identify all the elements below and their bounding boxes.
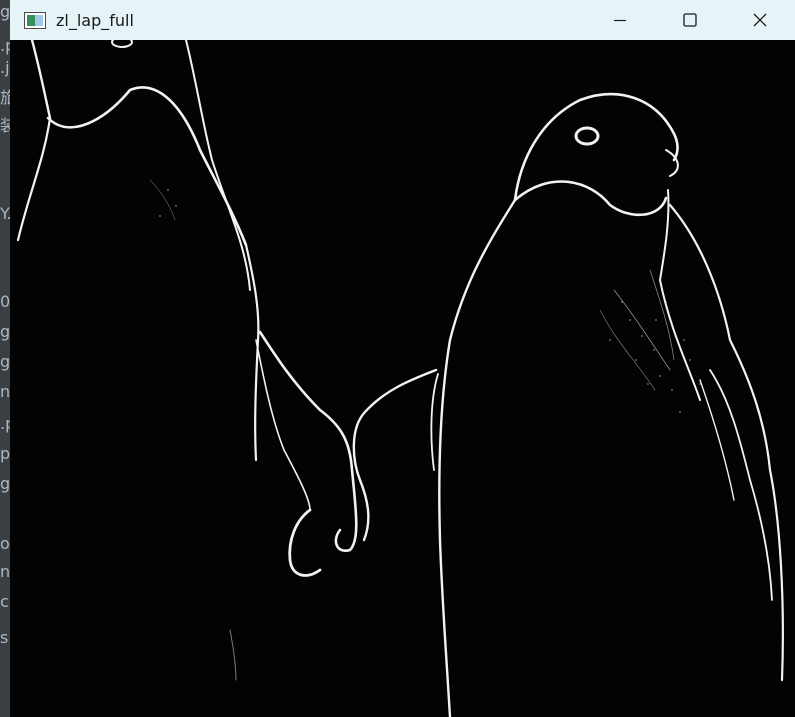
- minimize-button[interactable]: [585, 0, 655, 40]
- minimize-icon: [614, 19, 626, 22]
- window-title: zl_lap_full: [56, 10, 134, 30]
- image-window: zl_lap_full: [10, 0, 795, 717]
- bg-glyph: c: [0, 592, 9, 611]
- bg-glyph: g: [0, 322, 11, 341]
- app-window-icon: [24, 11, 46, 29]
- close-button[interactable]: [725, 0, 795, 40]
- close-icon: [753, 13, 767, 27]
- bg-glyph: g: [0, 352, 11, 371]
- bg-glyph: .j: [0, 58, 10, 77]
- edge-image-canvas: [10, 40, 795, 717]
- edge-detected-penguins-image: [10, 40, 795, 717]
- bg-glyph: g: [0, 474, 11, 493]
- bg-glyph: p: [0, 444, 11, 463]
- window-controls: [585, 0, 795, 40]
- bg-glyph: g: [0, 2, 11, 21]
- maximize-button[interactable]: [655, 0, 725, 40]
- bg-glyph: n: [0, 382, 11, 401]
- bg-glyph: s: [0, 628, 9, 647]
- title-bar[interactable]: zl_lap_full: [10, 0, 795, 40]
- maximize-icon: [683, 13, 697, 27]
